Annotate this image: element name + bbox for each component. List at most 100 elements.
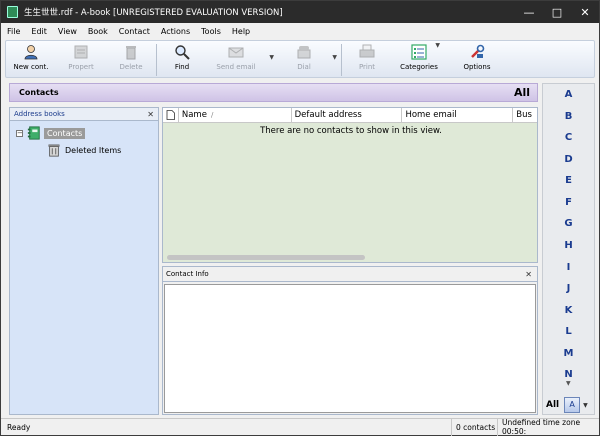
menu-file[interactable]: File bbox=[7, 27, 20, 36]
categories-icon bbox=[411, 44, 427, 60]
letter-c[interactable]: C bbox=[543, 132, 594, 143]
letter-i[interactable]: I bbox=[543, 262, 594, 273]
printer-icon bbox=[359, 44, 375, 58]
letter-h[interactable]: H bbox=[543, 240, 594, 251]
categories-button[interactable]: Categories ▼ bbox=[392, 41, 446, 77]
contact-info-pane: Contact Info ✕ bbox=[162, 266, 538, 415]
categories-label: Categories bbox=[400, 63, 438, 71]
new-contact-icon bbox=[24, 45, 38, 60]
column-label: Name bbox=[181, 110, 207, 120]
horizontal-scrollbar[interactable] bbox=[167, 255, 531, 260]
letter-b[interactable]: B bbox=[543, 111, 594, 122]
address-books-pane: Address books ✕ − Contacts Deleted Items bbox=[9, 107, 159, 415]
send-email-label: Send email bbox=[216, 63, 256, 71]
app-icon bbox=[7, 6, 18, 18]
tree-item-contacts[interactable]: − Contacts bbox=[16, 126, 86, 140]
contact-info-body bbox=[164, 284, 536, 413]
letter-e[interactable]: E bbox=[543, 175, 594, 186]
address-books-header: Address books ✕ bbox=[10, 108, 158, 121]
chevron-down-icon[interactable]: ▼ bbox=[583, 402, 588, 409]
letter-j[interactable]: J bbox=[543, 283, 594, 294]
dial-button[interactable]: Dial ▼ bbox=[273, 41, 337, 77]
scrollbar-thumb[interactable] bbox=[167, 255, 365, 260]
menu-view[interactable]: View bbox=[58, 27, 77, 36]
properties-button[interactable]: Propert bbox=[56, 41, 106, 77]
letter-a[interactable]: A bbox=[543, 89, 594, 100]
restore-button[interactable]: □ bbox=[543, 1, 571, 23]
phone-icon bbox=[297, 46, 311, 59]
contact-info-header: Contact Info ✕ bbox=[163, 267, 537, 282]
menu-actions[interactable]: Actions bbox=[161, 27, 190, 36]
letter-k[interactable]: K bbox=[543, 305, 594, 316]
contact-count: 0 contacts bbox=[451, 418, 497, 436]
contacts-title: Contacts bbox=[19, 88, 59, 97]
dial-label: Dial bbox=[297, 63, 311, 71]
chevron-down-icon[interactable]: ▼ bbox=[435, 42, 440, 49]
column-default-address-header[interactable]: Default address bbox=[292, 108, 403, 123]
column-label: Home email bbox=[405, 110, 457, 120]
letter-l[interactable]: L bbox=[543, 326, 594, 337]
tools-icon bbox=[471, 44, 485, 58]
letter-all[interactable]: All bbox=[546, 400, 559, 410]
column-business-header[interactable]: Bus bbox=[513, 108, 537, 123]
close-icon[interactable]: ✕ bbox=[525, 270, 532, 279]
column-home-email-header[interactable]: Home email bbox=[402, 108, 514, 123]
list-header: Name / Default address Home email Bus bbox=[163, 108, 537, 123]
new-contact-button[interactable]: New cont. bbox=[6, 41, 56, 77]
timezone-status: Undefined time zone 00:50: bbox=[497, 418, 599, 436]
empty-list-message: There are no contacts to show in this vi… bbox=[260, 126, 442, 136]
collapse-icon[interactable]: − bbox=[16, 129, 23, 137]
tree-item-label: Contacts bbox=[44, 127, 86, 139]
letter-n[interactable]: N bbox=[543, 369, 594, 380]
menu-help[interactable]: Help bbox=[232, 27, 250, 36]
menu-tools[interactable]: Tools bbox=[201, 27, 221, 36]
find-button[interactable]: Find bbox=[157, 41, 207, 77]
scroll-down-icon[interactable]: ▼ bbox=[566, 380, 571, 387]
minimize-button[interactable]: — bbox=[515, 1, 543, 23]
sort-indicator-icon: / bbox=[210, 111, 214, 119]
menu-edit[interactable]: Edit bbox=[31, 27, 47, 36]
status-text: Ready bbox=[7, 422, 31, 432]
toolbar: New cont. Propert Delete Find Send email… bbox=[5, 40, 595, 78]
close-icon[interactable]: ✕ bbox=[147, 110, 154, 119]
search-icon bbox=[175, 45, 190, 60]
contact-info-title: Contact Info bbox=[166, 270, 209, 278]
address-books-title: Address books bbox=[14, 110, 65, 118]
contacts-header-bar: Contacts All bbox=[9, 83, 538, 102]
find-label: Find bbox=[174, 63, 190, 71]
address-book-icon bbox=[27, 126, 40, 140]
letter-d[interactable]: D bbox=[543, 154, 594, 165]
email-icon bbox=[228, 47, 244, 58]
status-bar: Ready 0 contacts Undefined time zone 00:… bbox=[1, 418, 599, 436]
alphabet-footer: All A ▼ bbox=[543, 395, 594, 415]
new-contact-label: New cont. bbox=[13, 63, 49, 71]
send-email-button[interactable]: Send email ▼ bbox=[207, 41, 274, 77]
menu-book[interactable]: Book bbox=[88, 27, 108, 36]
close-window-button[interactable]: ✕ bbox=[571, 1, 599, 23]
options-button[interactable]: Options bbox=[452, 41, 502, 77]
column-name-header[interactable]: Name / bbox=[179, 108, 292, 123]
properties-icon bbox=[74, 45, 88, 59]
column-label: Bus bbox=[516, 110, 532, 120]
letter-g[interactable]: G bbox=[543, 218, 594, 229]
column-label: Default address bbox=[294, 110, 362, 120]
delete-button[interactable]: Delete bbox=[106, 41, 156, 77]
tree-item-label: Deleted Items bbox=[65, 145, 122, 155]
options-label: Options bbox=[463, 63, 491, 71]
menu-contact[interactable]: Contact bbox=[119, 27, 150, 36]
letter-f[interactable]: F bbox=[543, 197, 594, 208]
column-icon-header[interactable] bbox=[163, 108, 179, 123]
menu-bar: File Edit View Book Contact Actions Tool… bbox=[1, 23, 599, 39]
window-title: 生生世世.rdf - A-book [UNREGISTERED EVALUATI… bbox=[24, 8, 283, 18]
alphabet-index: A B C D E F G H I J K L M N ▼ All A ▼ bbox=[542, 83, 595, 415]
contact-list: Name / Default address Home email Bus Th… bbox=[162, 107, 538, 263]
trash-icon bbox=[126, 46, 136, 60]
contacts-filter: All bbox=[513, 86, 530, 99]
letter-m[interactable]: M bbox=[543, 348, 594, 359]
print-button[interactable]: Print bbox=[342, 41, 392, 77]
tree-item-deleted[interactable]: Deleted Items bbox=[47, 143, 121, 157]
chevron-down-icon[interactable]: ▼ bbox=[332, 54, 337, 61]
app-window: 生生世世.rdf - A-book [UNREGISTERED EVALUATI… bbox=[0, 0, 600, 436]
properties-label: Propert bbox=[68, 63, 94, 71]
alphabet-mode-icon[interactable]: A bbox=[564, 397, 581, 413]
